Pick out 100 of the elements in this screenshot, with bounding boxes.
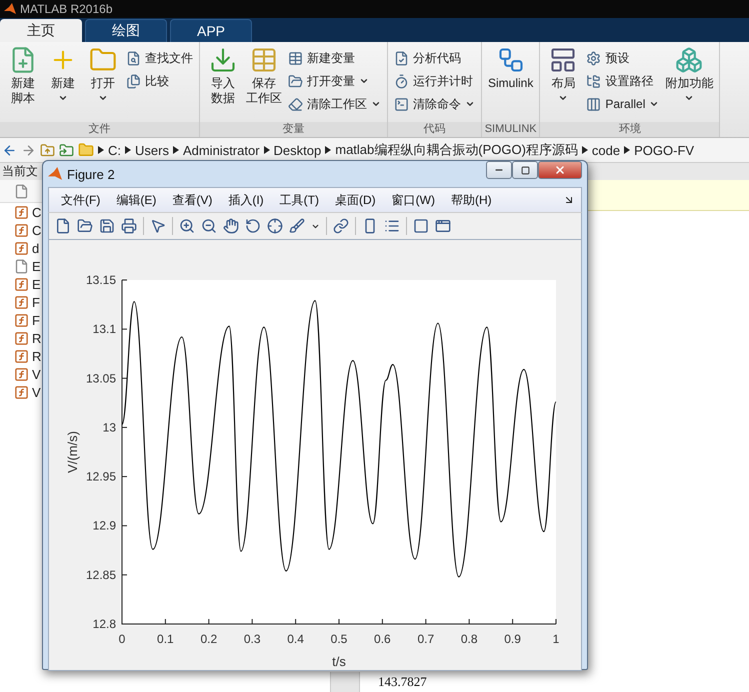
file-name[interactable]: C [32, 204, 42, 220]
function-file-icon [14, 366, 29, 382]
path-segment[interactable]: Administrator [182, 142, 260, 158]
ribbon-button[interactable]: 查找文件 [126, 48, 193, 68]
folder-tree-icon [586, 74, 602, 88]
caret-icon [558, 93, 568, 103]
ribbon-button[interactable]: 预设 [586, 48, 660, 68]
maximize-button[interactable] [512, 161, 538, 179]
path-segment[interactable]: POGO-FV [634, 142, 694, 158]
file-name[interactable]: R [32, 348, 42, 364]
file-name[interactable]: d [32, 240, 40, 256]
folder-open-icon[interactable] [77, 218, 93, 234]
file-icon [14, 184, 29, 198]
window-icon[interactable] [435, 218, 451, 234]
dock-arrow-icon[interactable] [563, 194, 575, 206]
crosshair-icon[interactable] [267, 218, 283, 234]
ribbon-button[interactable]: 清除命令 [394, 94, 475, 114]
caret-icon [58, 93, 68, 103]
separator-icon [172, 146, 179, 154]
maximize-icon [520, 166, 530, 174]
caret-icon [359, 76, 369, 86]
group-title: 变量 [200, 122, 387, 137]
file-name[interactable]: F [32, 294, 40, 310]
ribbon-button[interactable]: 设置路径 [586, 71, 660, 91]
ribbon-button[interactable]: 导入 数据 [206, 46, 240, 122]
forward-icon[interactable] [21, 142, 36, 158]
menu-item[interactable]: 帮助(H) [450, 192, 492, 208]
path-segment[interactable]: Desktop [274, 142, 322, 158]
separator-icon [325, 146, 332, 154]
ribbon-button[interactable]: 比较 [126, 71, 193, 91]
menu-item[interactable]: 工具(T) [280, 192, 319, 208]
brush-icon[interactable] [289, 218, 305, 234]
legend-icon[interactable] [384, 218, 400, 234]
zoom-out-icon[interactable] [201, 218, 217, 234]
x-tick-label: 0.2 [200, 632, 218, 646]
y-tick-label: 12.9 [92, 518, 116, 533]
ribbon-button[interactable]: 打开 [86, 46, 120, 122]
hand-icon[interactable] [223, 218, 239, 234]
menu-item[interactable]: 窗口(W) [392, 192, 435, 208]
ribbon-button[interactable]: Parallel [586, 94, 660, 114]
ribbon-tab[interactable]: 绘图 [85, 19, 167, 42]
menu-item[interactable]: 插入(I) [228, 192, 264, 208]
blocks-icon [496, 46, 525, 74]
group-title: 环境 [540, 122, 720, 137]
function-file-icon [14, 276, 29, 292]
file-name[interactable]: E [32, 276, 41, 292]
file-name[interactable]: V [32, 366, 41, 382]
close-button[interactable] [538, 161, 582, 179]
new-file-icon[interactable] [55, 218, 71, 234]
cubes-icon [675, 46, 704, 74]
file-name[interactable]: C [32, 222, 42, 238]
ribbon-button[interactable]: 布局 [546, 46, 580, 122]
folder-browse-icon[interactable] [59, 142, 74, 158]
caret-icon [98, 93, 108, 103]
eraser-icon [288, 96, 303, 112]
x-tick-label: 0.1 [157, 632, 174, 646]
ribbon-button[interactable]: 打开变量 [288, 71, 381, 91]
path-segment[interactable]: C: [108, 142, 121, 158]
x-axis-label: t/s [332, 654, 346, 669]
ribbon-button[interactable]: 清除工作区 [288, 94, 381, 114]
menu-item[interactable]: 查看(V) [172, 192, 212, 208]
ribbon-button[interactable]: Simulink [488, 46, 534, 122]
menu-item[interactable]: 文件(F) [61, 192, 100, 208]
file-name[interactable]: V [32, 384, 41, 400]
minimize-button[interactable] [486, 161, 512, 179]
ribbon-button[interactable]: 分析代码 [394, 48, 475, 68]
file-name[interactable]: R [32, 330, 42, 346]
x-tick-label: 0.3 [244, 632, 261, 646]
logo-icon [4, 3, 16, 15]
function-file-icon [14, 330, 29, 346]
ribbon-button[interactable]: 新建 脚本 [6, 46, 40, 122]
terminal-icon [394, 96, 409, 112]
folder-up-icon[interactable] [40, 142, 55, 158]
ribbon-button[interactable]: 保存 工作区 [246, 46, 282, 122]
path-segment[interactable]: code [592, 142, 620, 158]
menu-item[interactable]: 编辑(E) [116, 192, 156, 208]
path-segment[interactable]: matlab编程纵向耦合振动(POGO)程序源码 [335, 141, 578, 159]
ribbon-button[interactable]: 新建变量 [288, 48, 381, 68]
menu-item[interactable]: 桌面(D) [334, 192, 376, 208]
file-name[interactable]: F [32, 312, 40, 328]
ribbon-button[interactable]: 新建 [46, 46, 80, 122]
save-icon[interactable] [99, 218, 115, 234]
file-check-icon [394, 50, 409, 66]
ribbon-tab[interactable]: APP [170, 19, 252, 42]
separator-icon [125, 146, 131, 154]
rotate-icon[interactable] [245, 218, 261, 234]
path-segment[interactable]: Users [135, 142, 169, 158]
x-tick-label: 0.5 [330, 632, 348, 646]
ribbon-tab[interactable]: 主页 [0, 19, 82, 42]
grid-plus-icon [288, 50, 303, 66]
square-icon[interactable] [413, 218, 429, 234]
ribbon-button[interactable]: 运行并计时 [394, 71, 475, 91]
print-icon[interactable] [121, 218, 137, 234]
link-icon[interactable] [333, 218, 349, 234]
back-icon[interactable] [2, 142, 17, 158]
ribbon-button[interactable]: 附加功能 [665, 46, 714, 122]
zoom-in-icon[interactable] [179, 218, 195, 234]
separator-icon [98, 146, 104, 154]
pointer-icon[interactable] [150, 218, 166, 234]
file-name[interactable]: E [32, 258, 41, 274]
